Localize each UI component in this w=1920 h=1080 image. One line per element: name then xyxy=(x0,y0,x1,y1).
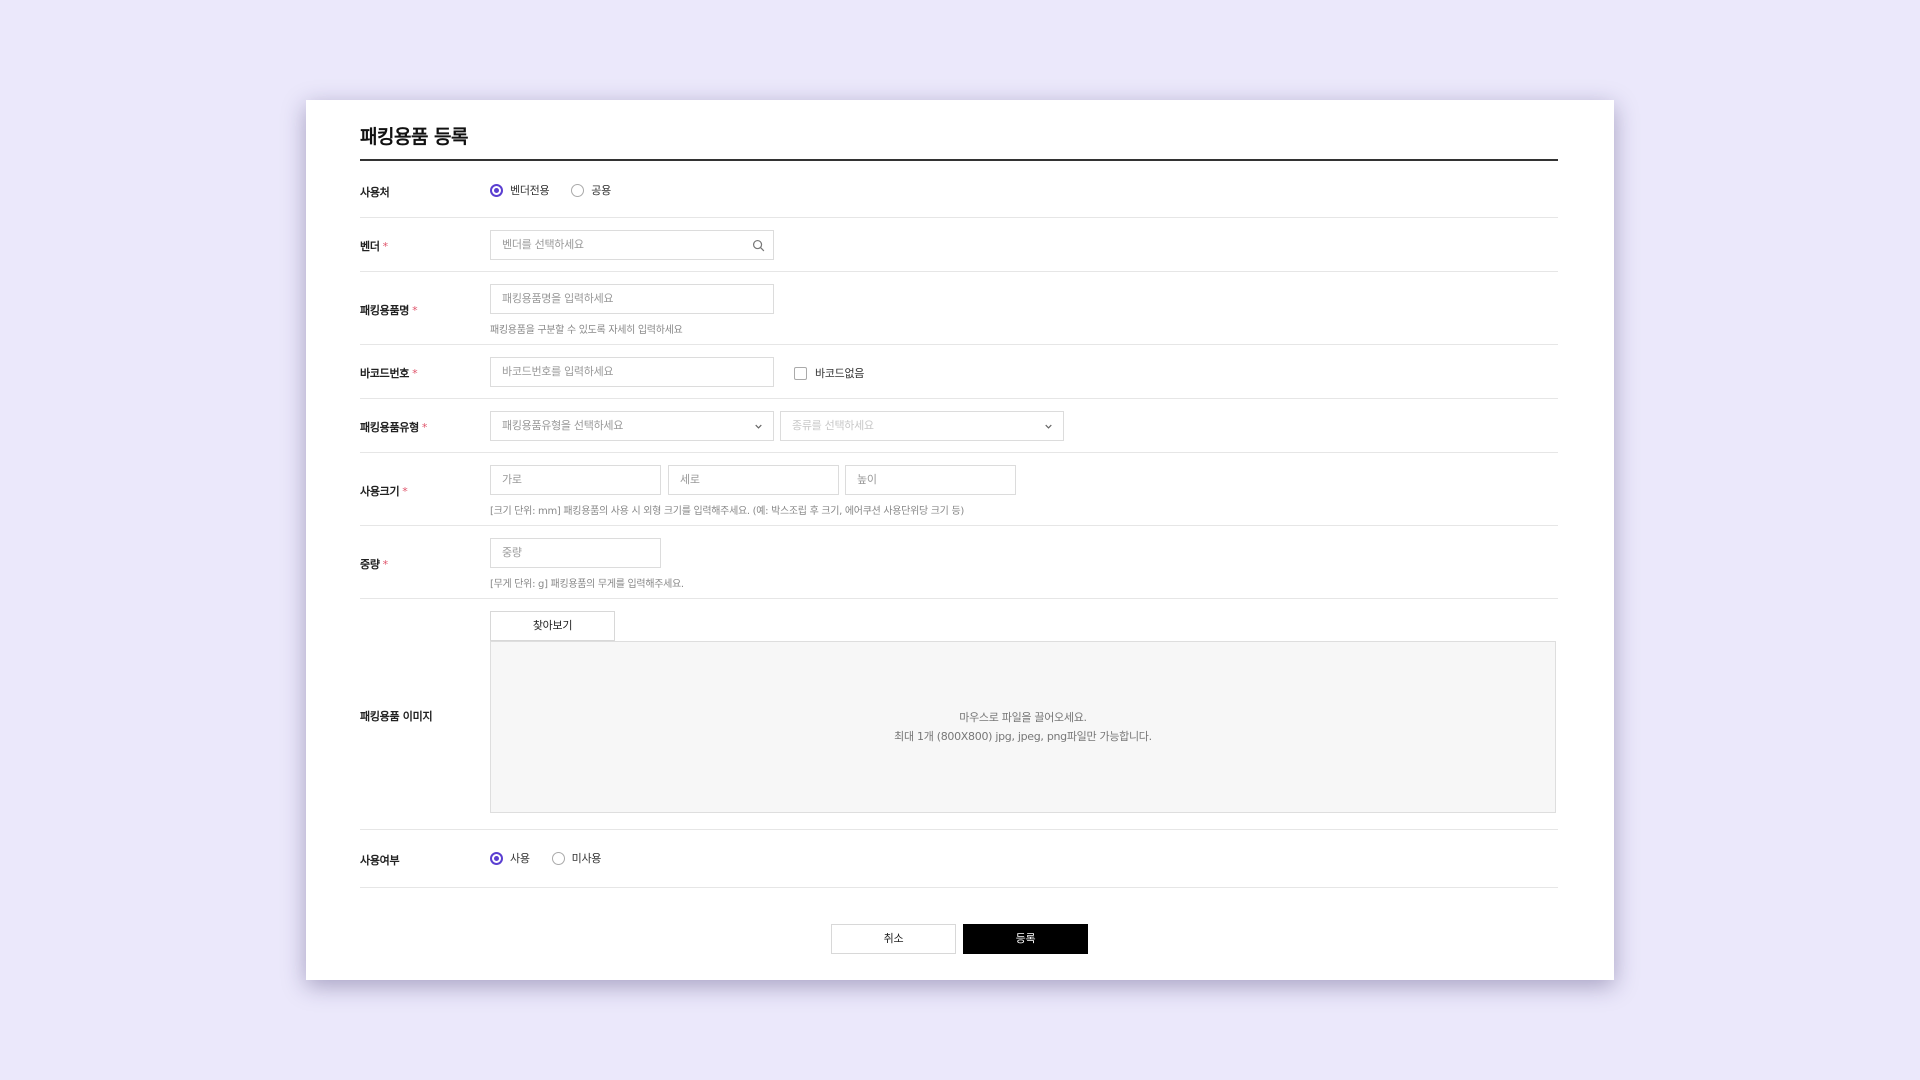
vendor-placeholder: 벤더를 선택하세요 xyxy=(502,238,584,251)
no-barcode-checkbox-box[interactable] xyxy=(794,366,807,380)
size-label-text: 사용크기 xyxy=(360,485,400,498)
size-label: 사용크기 * xyxy=(360,483,408,499)
item-type-label: 패킹용품유형 * xyxy=(360,419,427,435)
width-input[interactable]: 가로 xyxy=(490,465,661,495)
height-input[interactable]: 높이 xyxy=(845,465,1016,495)
radio-in-use[interactable]: 사용 xyxy=(490,850,530,866)
radio-in-use-indicator[interactable] xyxy=(490,851,503,865)
item-type-row: 패킹용품유형 * 패킹용품유형을 선택하세요 종류를 선택하세요 xyxy=(360,399,1558,453)
radio-vendor-only[interactable]: 벤더전용 xyxy=(490,182,550,198)
item-type-placeholder: 패킹용품유형을 선택하세요 xyxy=(502,419,624,432)
image-dropzone[interactable]: 마우스로 파일을 끌어오세요. 최대 1개 (800X800) jpg, jpe… xyxy=(490,641,1556,813)
item-name-label: 패킹용품명 * xyxy=(360,302,418,318)
barcode-input[interactable]: 바코드번호를 입력하세요 xyxy=(490,357,774,387)
use-status-label: 사용여부 xyxy=(360,854,400,867)
radio-shared-indicator[interactable] xyxy=(571,183,585,197)
item-type-select[interactable]: 패킹용품유형을 선택하세요 xyxy=(490,411,774,441)
no-barcode-checkbox[interactable]: 바코드없음 xyxy=(794,365,864,381)
chevron-down-icon[interactable] xyxy=(1042,420,1055,433)
image-label: 패킹용품 이미지 xyxy=(360,710,433,723)
required-mark: * xyxy=(402,485,408,498)
weight-label: 중량 * xyxy=(360,556,388,572)
item-name-label-text: 패킹용품명 xyxy=(360,304,410,317)
packing-item-register-dialog: 패킹용품 등록 사용처 벤더전용 공용 벤더 * 벤더를 선택하세요 패킹용품명… xyxy=(306,100,1614,980)
item-name-input[interactable]: 패킹용품명을 입력하세요 xyxy=(490,284,774,314)
vendor-label: 벤더 * xyxy=(360,238,388,254)
radio-in-use-label: 사용 xyxy=(510,852,530,865)
radio-shared[interactable]: 공용 xyxy=(571,182,611,198)
radio-vendor-only-indicator[interactable] xyxy=(490,183,503,197)
radio-not-in-use-label: 미사용 xyxy=(571,852,602,865)
dropzone-text: 마우스로 파일을 끌어오세요. xyxy=(959,711,1087,724)
browse-button[interactable]: 찾아보기 xyxy=(490,611,615,641)
vendor-select-input[interactable]: 벤더를 선택하세요 xyxy=(490,230,774,260)
search-icon[interactable] xyxy=(752,239,765,252)
vendor-row: 벤더 * 벤더를 선택하세요 xyxy=(360,218,1558,272)
item-name-hint: 패킹용품을 구분할 수 있도록 자세히 입력하세요 xyxy=(490,325,683,336)
length-input[interactable]: 세로 xyxy=(668,465,839,495)
barcode-row: 바코드번호 * 바코드번호를 입력하세요 바코드없음 xyxy=(360,345,1558,399)
radio-not-in-use[interactable]: 미사용 xyxy=(551,850,602,866)
usage-place-radio-group: 벤더전용 공용 xyxy=(490,182,633,198)
use-status-radio-group: 사용 미사용 xyxy=(490,850,623,866)
size-hint: [크기 단위: mm] 패킹용품의 사용 시 외형 크기를 입력해주세요. (예… xyxy=(490,506,964,517)
submit-button[interactable]: 등록 xyxy=(963,924,1088,954)
required-mark: * xyxy=(421,421,428,434)
cancel-button[interactable]: 취소 xyxy=(831,924,956,954)
item-type-label-text: 패킹용품유형 xyxy=(360,421,419,434)
radio-shared-label: 공용 xyxy=(591,184,611,197)
weight-label-text: 중량 xyxy=(360,558,380,571)
required-mark: * xyxy=(412,304,418,317)
dialog-title: 패킹용품 등록 xyxy=(360,126,469,148)
required-mark: * xyxy=(382,240,389,253)
usage-place-label: 사용처 xyxy=(360,186,390,199)
required-mark: * xyxy=(382,558,389,571)
weight-hint: [무게 단위: g] 패킹용품의 무게를 입력해주세요. xyxy=(490,579,684,590)
usage-place-row: 사용처 벤더전용 공용 xyxy=(360,161,1558,218)
chevron-down-icon[interactable] xyxy=(752,420,765,433)
required-mark: * xyxy=(412,367,418,380)
weight-input[interactable]: 중량 xyxy=(490,538,661,568)
no-barcode-label: 바코드없음 xyxy=(815,367,865,380)
item-kind-select[interactable]: 종류를 선택하세요 xyxy=(780,411,1064,441)
item-name-row: 패킹용품명 * 패킹용품명을 입력하세요 패킹용품을 구분할 수 있도록 자세히 … xyxy=(360,272,1558,345)
item-kind-placeholder: 종류를 선택하세요 xyxy=(792,419,874,432)
dropzone-constraint-text: 최대 1개 (800X800) jpg, jpeg, png파일만 가능합니다. xyxy=(894,730,1152,743)
size-row: 사용크기 * 가로 세로 높이 [크기 단위: mm] 패킹용품의 사용 시 외형… xyxy=(360,453,1558,526)
weight-row: 중량 * 중량 [무게 단위: g] 패킹용품의 무게를 입력해주세요. xyxy=(360,526,1558,599)
radio-vendor-only-label: 벤더전용 xyxy=(510,184,550,197)
barcode-label-text: 바코드번호 xyxy=(360,367,410,380)
vendor-label-text: 벤더 xyxy=(360,240,380,253)
radio-not-in-use-indicator[interactable] xyxy=(551,851,565,865)
use-status-row: 사용여부 사용 미사용 xyxy=(360,830,1558,888)
image-row: 패킹용품 이미지 찾아보기 마우스로 파일을 끌어오세요. 최대 1개 (800… xyxy=(360,599,1558,830)
barcode-label: 바코드번호 * xyxy=(360,365,418,381)
